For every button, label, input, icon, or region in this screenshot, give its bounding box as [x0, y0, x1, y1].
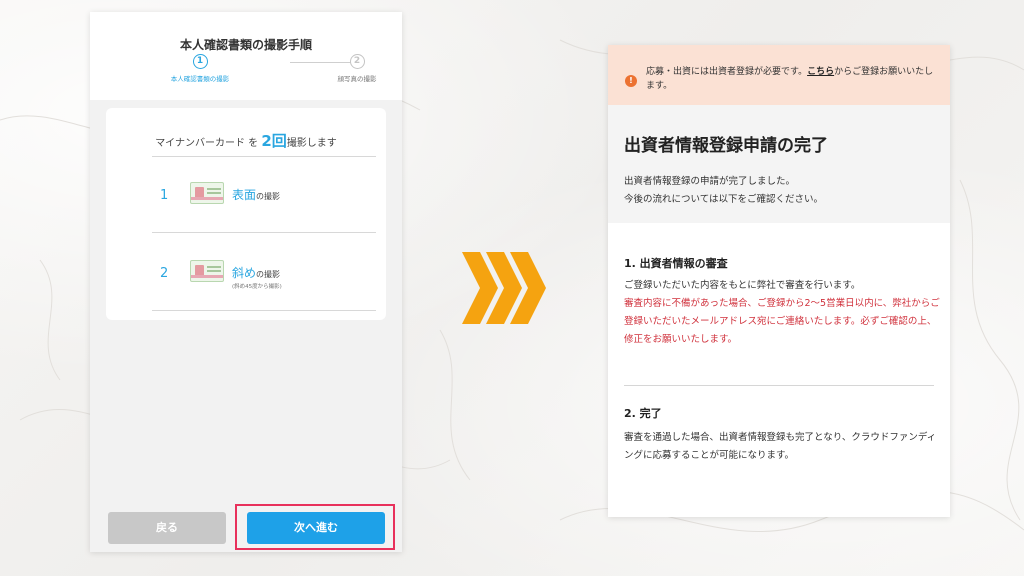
id-capture-screen: 本人確認書類の撮影手順 1 本人確認書類の撮影 2 顔写真の撮影 マイナンバーカ… [90, 12, 402, 552]
page-title: 本人確認書類の撮影手順 [179, 38, 312, 52]
card-heading-post: 撮影します [286, 138, 337, 149]
registration-alert: 応募・出資には出資者登録が必要です。こちらからご登録お願いいたします。 [608, 45, 950, 105]
step-indicator: 1 本人確認書類の撮影 2 顔写真の撮影 [90, 54, 402, 94]
item-label: 斜めの撮影 [232, 264, 280, 281]
item-emphasis: 表面 [232, 188, 257, 202]
lead-line-1: 出資者情報登録の申請が完了しました。 [624, 176, 796, 187]
capture-count: 2 [261, 132, 272, 150]
capture-count-unit: 回 [271, 132, 287, 150]
chevron-right-icon [462, 252, 546, 324]
section-body-complete: 審査を通過した場合、出資者情報登録も完了となり、クラウドファンディングに応募する… [624, 432, 937, 461]
registration-complete-screen: 応募・出資には出資者登録が必要です。こちらからご登録お願いいたします。 ! 出資… [608, 45, 950, 517]
id-card-icon [190, 182, 224, 204]
step-2-number: 2 [349, 54, 365, 69]
card-heading-pre: マイナンバーカード を [155, 138, 262, 149]
alert-link[interactable]: こちら [807, 67, 834, 77]
lead-line-2: 今後の流れについては以下をご確認ください。 [624, 194, 824, 205]
step-1: 1 本人確認書類の撮影 [145, 54, 255, 83]
instruction-card: マイナンバーカード を 2回撮影します 1 表面の撮影 2 斜めの撮影 (斜め4… [106, 108, 386, 320]
process-flow: 1. 出資者情報の審査 ご登録いただいた内容をもとに弊社で審査を行います。 審査… [608, 223, 950, 517]
divider [624, 385, 934, 386]
page-title: 出資者情報登録申請の完了 [624, 136, 828, 156]
id-card-icon [190, 260, 224, 282]
card-heading: マイナンバーカード を 2回撮影します [106, 130, 386, 151]
item-note: (斜め45度から撮影) [232, 284, 282, 290]
info-icon: ! [625, 75, 637, 87]
step-2: 2 顔写真の撮影 [302, 54, 412, 83]
divider [152, 232, 376, 233]
item-label: 表面の撮影 [232, 186, 280, 203]
item-rest: の撮影 [256, 270, 281, 279]
section-heading-review: 1. 出資者情報の審査 [624, 257, 728, 270]
item-number: 1 [160, 188, 169, 203]
alert-text: 応募・出資には出資者登録が必要です。 [646, 67, 808, 77]
item-number: 2 [160, 266, 169, 281]
list-item-front: 1 表面の撮影 [146, 176, 376, 216]
content-area: マイナンバーカード を 2回撮影します 1 表面の撮影 2 斜めの撮影 (斜め4… [90, 100, 402, 508]
lead-text: 出資者情報登録の申請が完了しました。 今後の流れについては以下をご確認ください。 [624, 173, 934, 209]
section-heading-complete: 2. 完了 [624, 407, 662, 420]
step-1-label: 本人確認書類の撮影 [170, 75, 230, 83]
section-warning: 審査内容に不備があった場合、ご登録から2〜5営業日以内に、弊社からご登録いただい… [624, 298, 940, 345]
item-rest: の撮影 [256, 192, 281, 201]
list-item-angle: 2 斜めの撮影 (斜め45度から撮影) [146, 254, 376, 294]
step-2-label: 顔写真の撮影 [337, 75, 377, 83]
divider [152, 156, 376, 157]
item-emphasis: 斜め [232, 266, 257, 280]
back-button[interactable]: 戻る [108, 512, 226, 544]
next-button[interactable]: 次へ進む [247, 512, 385, 544]
step-1-number: 1 [192, 54, 208, 69]
divider [152, 310, 376, 311]
section-body-review: ご登録いただいた内容をもとに弊社で審査を行います。 [624, 280, 861, 291]
